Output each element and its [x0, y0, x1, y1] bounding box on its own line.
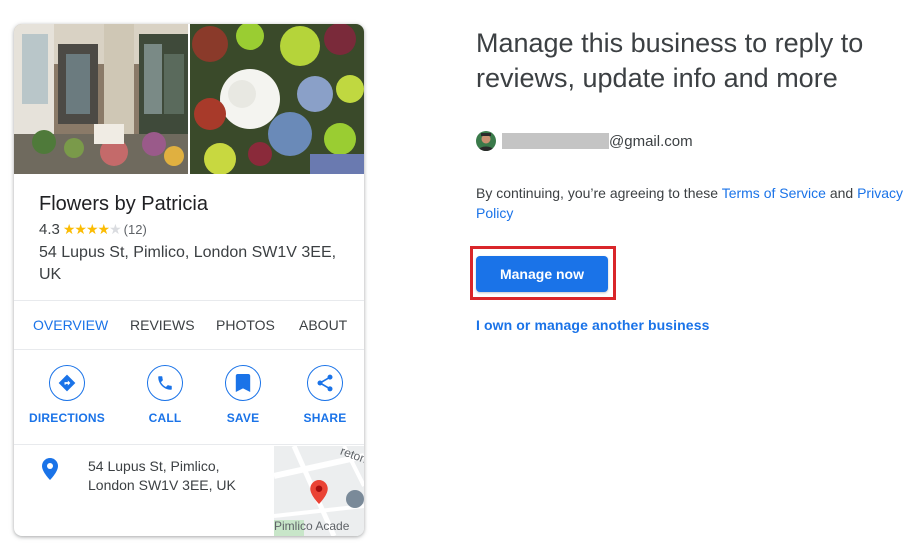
star-icon: ★	[85, 220, 99, 237]
tab-photos[interactable]: PHOTOS	[216, 301, 275, 349]
review-count[interactable]: (12)	[124, 222, 147, 237]
directions-button[interactable]: DIRECTIONS	[27, 365, 107, 425]
avatar	[476, 131, 496, 151]
location-address[interactable]: 54 Lupus St, Pimlico, London SW1V 3EE, U…	[88, 457, 268, 495]
bouquet-photo[interactable]	[190, 24, 364, 174]
rating-row[interactable]: 4.3 ★ ★ ★ ★ ★ (12)	[39, 220, 339, 238]
business-card: Flowers by Patricia 4.3 ★ ★ ★ ★ ★ (12) 5…	[14, 24, 364, 536]
business-name: Flowers by Patricia	[39, 193, 208, 215]
call-button[interactable]: CALL	[125, 365, 205, 425]
bookmark-icon	[225, 365, 261, 401]
location-pin-icon	[42, 458, 58, 485]
share-label: SHARE	[303, 411, 347, 425]
consent-text: By continuing, you’re agreeing to these …	[476, 183, 916, 223]
share-icon	[307, 365, 343, 401]
tab-overview[interactable]: OVERVIEW	[33, 301, 108, 349]
call-label: CALL	[148, 411, 182, 425]
location-section: 54 Lupus St, Pimlico, London SW1V 3EE, U…	[14, 446, 364, 536]
other-business-link[interactable]: I own or manage another business	[476, 317, 709, 333]
star-icon: ★	[97, 220, 111, 237]
school-icon	[346, 490, 364, 508]
map-thumbnail[interactable]: reton Pimlico Acade	[274, 446, 364, 536]
location-address-line-2: London SW1V 3EE, UK	[88, 477, 236, 493]
star-icon: ★	[62, 220, 76, 237]
page-title: Manage this business to reply to reviews…	[476, 28, 864, 93]
directions-icon	[49, 365, 85, 401]
star-rating: ★ ★ ★ ★ ★	[62, 220, 122, 238]
directions-label: DIRECTIONS	[28, 411, 105, 425]
manage-now-button[interactable]: Manage now	[476, 256, 608, 292]
terms-of-service-link[interactable]: Terms of Service	[722, 185, 826, 201]
rating-score: 4.3	[39, 220, 60, 238]
email-domain: @gmail.com	[609, 132, 693, 150]
address-line-1: 54 Lupus St, Pimlico, London SW1V 3EE,	[39, 244, 337, 261]
star-empty-icon: ★	[109, 220, 122, 237]
save-label: SAVE	[226, 411, 260, 425]
action-bar: DIRECTIONS CALL SAVE SHARE	[14, 351, 364, 445]
business-info: Flowers by Patricia 4.3 ★ ★ ★ ★ ★ (12) 5…	[14, 174, 364, 300]
storefront-photo[interactable]	[14, 24, 188, 174]
tab-reviews[interactable]: REVIEWS	[130, 301, 195, 349]
phone-icon	[147, 365, 183, 401]
address-line-2: UK	[39, 266, 62, 283]
share-button[interactable]: SHARE	[285, 365, 364, 425]
consent-prefix: By continuing, you’re agreeing to these	[476, 185, 722, 201]
tab-bar: OVERVIEW REVIEWS PHOTOS ABOUT	[14, 300, 364, 350]
business-address: 54 Lupus St, Pimlico, London SW1V 3EE, U…	[39, 242, 339, 286]
map-pin-icon	[310, 480, 328, 504]
photo-strip	[14, 24, 364, 174]
tab-about[interactable]: ABOUT	[299, 301, 347, 349]
location-address-line-1: 54 Lupus St, Pimlico,	[88, 458, 220, 474]
consent-and: and	[825, 185, 858, 201]
map-place-label: Pimlico Acade	[274, 519, 350, 533]
account-row: @gmail.com	[476, 130, 693, 152]
star-icon: ★	[74, 220, 87, 237]
redacted-email-username	[502, 133, 609, 149]
save-button[interactable]: SAVE	[203, 365, 283, 425]
